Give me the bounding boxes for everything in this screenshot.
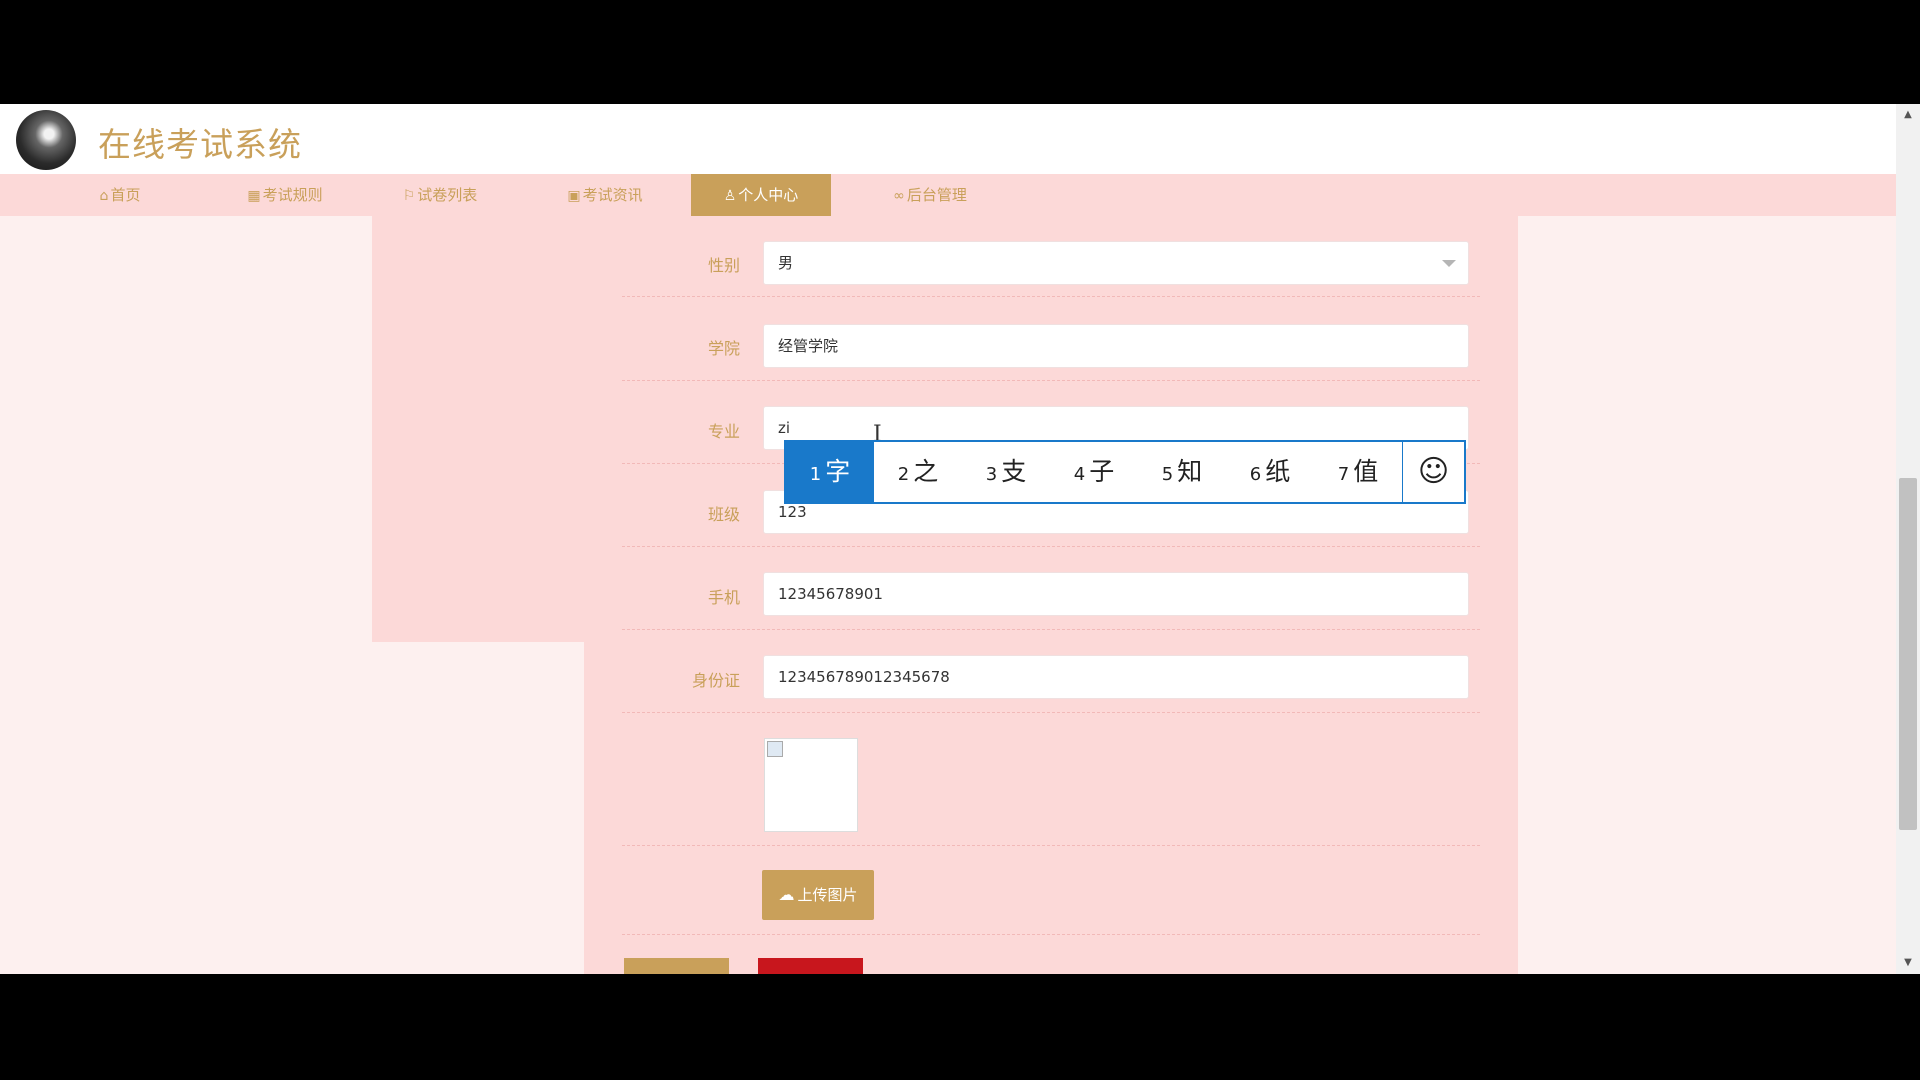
divider xyxy=(622,845,1480,846)
ime-candidate[interactable]: 5知 xyxy=(1138,442,1226,502)
major-label: 专业 xyxy=(707,422,740,441)
smiley-icon[interactable]: ☺ xyxy=(1403,442,1464,502)
flag-icon: ⚐ xyxy=(402,188,416,204)
cloud-upload-icon: ☁ xyxy=(778,885,795,904)
ime-candidate-window: 1字 2之 3支 4子 5知 6纸 7值 ☺ xyxy=(784,440,1466,504)
nav-item-exam-rules[interactable]: ▦ 考试规则 xyxy=(210,174,360,216)
class-label: 班级 xyxy=(707,505,740,524)
nav-item-personal-center[interactable]: ♙ 个人中心 xyxy=(691,174,831,216)
book-icon: ▦ xyxy=(247,188,261,204)
ime-candidate[interactable]: 1字 xyxy=(786,442,874,502)
divider xyxy=(622,546,1480,547)
chevron-down-icon xyxy=(1442,260,1456,267)
reset-button[interactable] xyxy=(758,958,863,974)
idcard-input[interactable]: 123456789012345678 xyxy=(763,655,1469,699)
user-icon: ♙ xyxy=(723,188,737,204)
left-side-panel xyxy=(372,216,584,642)
link-icon: ∞ xyxy=(893,188,905,204)
submit-button[interactable] xyxy=(624,958,729,974)
idcard-label: 身份证 xyxy=(691,671,740,690)
scroll-down-icon[interactable]: ▼ xyxy=(1896,954,1920,972)
nav-item-exam-news[interactable]: ▣ 考试资讯 xyxy=(530,174,680,216)
phone-input[interactable]: 12345678901 xyxy=(763,572,1469,616)
college-label: 学院 xyxy=(707,339,740,358)
avatar-preview xyxy=(764,738,858,832)
gender-select[interactable]: 男 xyxy=(763,241,1469,285)
divider xyxy=(622,712,1480,713)
scrollbar-thumb[interactable] xyxy=(1899,478,1917,830)
divider xyxy=(622,296,1480,297)
main-nav: ⌂ 首页 ▦ 考试规则 ⚐ 试卷列表 ▣ 考试资讯 ♙ 个人中心 ∞ 后台管理 xyxy=(0,174,1896,216)
phone-label: 手机 xyxy=(707,588,740,607)
ime-candidate[interactable]: 3支 xyxy=(962,442,1050,502)
news-icon: ▣ xyxy=(567,188,581,204)
ime-candidate[interactable]: 4子 xyxy=(1050,442,1138,502)
ime-candidate[interactable]: 6纸 xyxy=(1226,442,1314,502)
nav-item-home[interactable]: ⌂ 首页 xyxy=(60,174,180,216)
divider xyxy=(622,934,1480,935)
browser-viewport: 在线考试系统 ⌂ 首页 ▦ 考试规则 ⚐ 试卷列表 ▣ 考试资讯 ♙ 个人中心 ∞ 后台管理… xyxy=(0,104,1920,974)
broken-image-icon xyxy=(767,741,783,757)
scroll-up-icon[interactable]: ▲ xyxy=(1896,106,1920,124)
divider xyxy=(622,380,1480,381)
nav-item-paper-list[interactable]: ⚐ 试卷列表 xyxy=(370,174,510,216)
nav-item-admin[interactable]: ∞ 后台管理 xyxy=(860,174,1000,216)
home-icon: ⌂ xyxy=(99,188,109,204)
upload-image-button[interactable]: ☁ 上传图片 xyxy=(762,870,874,920)
site-title: 在线考试系统 xyxy=(98,125,302,164)
ime-candidate[interactable]: 2之 xyxy=(874,442,962,502)
ime-candidate[interactable]: 7值 xyxy=(1314,442,1402,502)
divider xyxy=(622,629,1480,630)
gender-label: 性别 xyxy=(707,256,740,275)
site-header: 在线考试系统 xyxy=(0,104,1896,174)
site-logo[interactable] xyxy=(16,110,76,170)
vertical-scrollbar[interactable]: ▲ ▼ xyxy=(1896,104,1920,974)
college-input[interactable]: 经管学院 xyxy=(763,324,1469,368)
